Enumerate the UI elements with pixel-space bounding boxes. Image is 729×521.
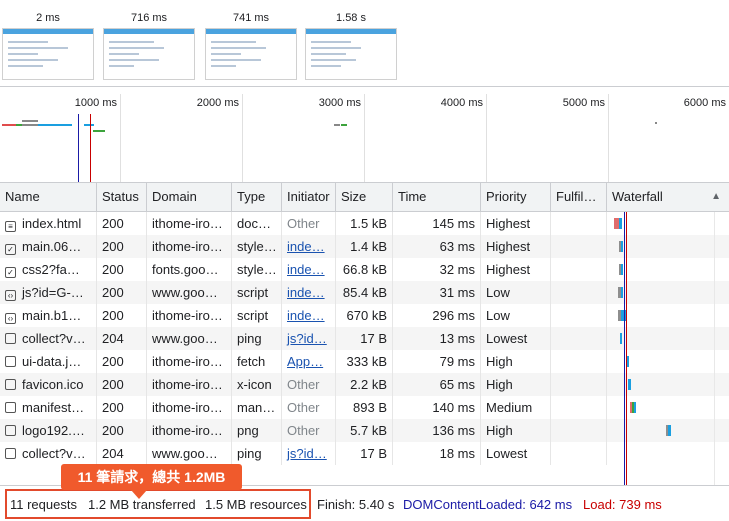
highlight-box bbox=[5, 489, 311, 519]
waterfall-bar bbox=[627, 356, 629, 367]
frame-time: 1.58 s bbox=[336, 12, 366, 24]
frame-thumbnail bbox=[305, 28, 397, 80]
column-header-size[interactable]: Size bbox=[336, 183, 393, 211]
dom-content-loaded-time: DOMContentLoaded: 642 ms bbox=[403, 497, 573, 512]
overview-gridline bbox=[364, 94, 365, 182]
waterfall-cell bbox=[0, 258, 729, 281]
waterfall-load-line bbox=[626, 212, 627, 485]
overview-segment bbox=[341, 124, 347, 126]
column-header-waterfall[interactable]: Waterfall ▲ bbox=[607, 183, 729, 211]
column-header-name[interactable]: Name bbox=[0, 183, 97, 211]
filmstrip-frame[interactable]: 716 ms bbox=[103, 0, 195, 80]
waterfall-cell bbox=[0, 442, 729, 465]
overview-gridline bbox=[120, 94, 121, 182]
waterfall-dcl-line bbox=[624, 212, 625, 485]
table-row[interactable]: collect?v… 204 www.goo… ping js?id… 17 B 18 ms… bbox=[0, 442, 729, 465]
frame-thumbnail bbox=[103, 28, 195, 80]
overview-segment bbox=[22, 120, 38, 122]
overview-segment bbox=[38, 124, 72, 126]
frame-time: 2 ms bbox=[36, 12, 60, 24]
waterfall-bar bbox=[668, 425, 671, 436]
table-header: Name Status Domain Type Initiator Size T… bbox=[0, 183, 729, 212]
column-header-type[interactable]: Type bbox=[232, 183, 282, 211]
waterfall-bar bbox=[620, 333, 622, 344]
frame-thumbnail bbox=[2, 28, 94, 80]
waterfall-bar bbox=[628, 379, 631, 390]
waterfall-cell bbox=[0, 396, 729, 419]
waterfall-cell bbox=[0, 419, 729, 442]
column-header-fulfilled[interactable]: Fulfil… bbox=[551, 183, 607, 211]
dom-content-loaded-marker bbox=[78, 114, 79, 182]
filmstrip: 2 ms 716 ms 741 ms 1.58 s bbox=[0, 0, 729, 87]
overview-tick-label: 6000 ms bbox=[683, 97, 726, 109]
overview-tick-label: 1000 ms bbox=[74, 97, 117, 109]
waterfall-cell bbox=[0, 212, 729, 235]
overview-segment bbox=[22, 124, 38, 126]
table-row[interactable]: logo192.… 200 ithome-iro… png Other 5.7 kB 136… bbox=[0, 419, 729, 442]
column-header-time[interactable]: Time bbox=[393, 183, 481, 211]
overview-timeline[interactable]: 1000 ms 2000 ms 3000 ms 4000 ms 5000 ms … bbox=[0, 94, 729, 183]
table-row[interactable]: ‹› js?id=G-… 200 www.goo… script inde… 85.4 kB… bbox=[0, 281, 729, 304]
waterfall-bar bbox=[621, 287, 623, 298]
table-row[interactable]: ✓ css2?fa… 200 fonts.goo… style… inde… 66.8 kB… bbox=[0, 258, 729, 281]
overview-segment bbox=[84, 124, 94, 126]
column-header-status[interactable]: Status bbox=[97, 183, 147, 211]
waterfall-cell bbox=[0, 350, 729, 373]
waterfall-cell bbox=[0, 373, 729, 396]
waterfall-bar bbox=[619, 218, 622, 229]
table-row[interactable]: ≡ index.html 200 ithome-iro… doc… Other 1.5 kB… bbox=[0, 212, 729, 235]
overview-segment bbox=[2, 124, 16, 126]
sort-ascending-icon: ▲ bbox=[711, 191, 721, 202]
annotation-callout: 11 筆請求，總共 1.2MB bbox=[61, 464, 242, 499]
filmstrip-frame[interactable]: 1.58 s bbox=[305, 0, 397, 80]
load-time: Load: 739 ms bbox=[583, 497, 662, 512]
column-header-initiator[interactable]: Initiator bbox=[282, 183, 336, 211]
waterfall-cell bbox=[0, 281, 729, 304]
overview-segment bbox=[334, 124, 340, 126]
overview-tick-label: 5000 ms bbox=[562, 97, 605, 109]
table-row[interactable]: ✓ main.06… 200 ithome-iro… style… inde… 1.4 kB… bbox=[0, 235, 729, 258]
waterfall-gridline bbox=[714, 212, 715, 485]
load-marker bbox=[90, 114, 91, 182]
column-header-priority[interactable]: Priority bbox=[481, 183, 551, 211]
overview-tick-label: 2000 ms bbox=[196, 97, 239, 109]
overview-segment bbox=[655, 122, 657, 124]
frame-time: 716 ms bbox=[130, 12, 168, 24]
waterfall-bar bbox=[621, 241, 623, 252]
waterfall-label: Waterfall bbox=[612, 189, 663, 204]
overview-gridline bbox=[608, 94, 609, 182]
table-row[interactable]: ui-data.j… 200 ithome-iro… fetch App… 333 kB 7… bbox=[0, 350, 729, 373]
table-row[interactable]: collect?v… 204 www.goo… ping js?id… 17 B 13 ms… bbox=[0, 327, 729, 350]
waterfall-cell bbox=[0, 235, 729, 258]
table-row[interactable]: ‹› main.b1… 200 ithome-iro… script inde… 670 k… bbox=[0, 304, 729, 327]
table-row[interactable]: favicon.ico 200 ithome-iro… x-icon Other 2.2 … bbox=[0, 373, 729, 396]
frame-time: 741 ms bbox=[232, 12, 270, 24]
overview-tick-label: 3000 ms bbox=[318, 97, 361, 109]
column-header-domain[interactable]: Domain bbox=[147, 183, 232, 211]
overview-tick-label: 4000 ms bbox=[440, 97, 483, 109]
waterfall-cell bbox=[0, 327, 729, 350]
filmstrip-frame[interactable]: 741 ms bbox=[205, 0, 297, 80]
frame-thumbnail bbox=[205, 28, 297, 80]
finish-time: Finish: 5.40 s bbox=[317, 497, 395, 512]
waterfall-bar bbox=[634, 402, 636, 413]
waterfall-bar bbox=[621, 264, 623, 275]
overview-gridline bbox=[486, 94, 487, 182]
waterfall-cell bbox=[0, 304, 729, 327]
table-row[interactable]: manifest… 200 ithome-iro… man… Other 893 B 140… bbox=[0, 396, 729, 419]
overview-segment bbox=[93, 130, 105, 132]
filmstrip-frame[interactable]: 2 ms bbox=[2, 0, 94, 80]
overview-gridline bbox=[242, 94, 243, 182]
